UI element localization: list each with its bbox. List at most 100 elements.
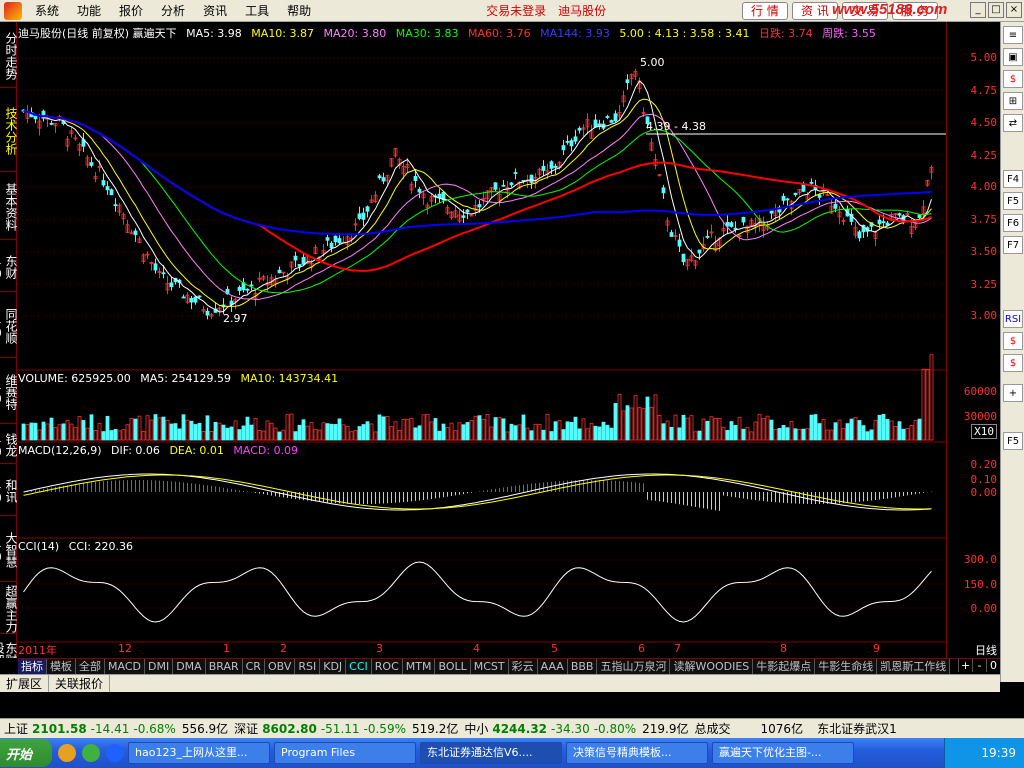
- login-status[interactable]: 交易未登录: [480, 2, 552, 19]
- news-button[interactable]: 资 讯: [792, 2, 838, 20]
- indicator-tab[interactable]: 牛影起爆点: [753, 659, 816, 674]
- tool-grid-icon[interactable]: ⊞: [1003, 92, 1023, 110]
- price-tick: 4.00: [970, 180, 998, 193]
- indicator-tab[interactable]: 模板: [47, 659, 76, 674]
- indicator-tab[interactable]: KDJ: [320, 659, 347, 674]
- indicator-ctrl-button[interactable]: -: [972, 659, 986, 672]
- index-chg-zx: -34.30: [551, 721, 590, 736]
- indicator-tab[interactable]: 牛影生命线: [815, 659, 878, 674]
- tool-dollar-icon[interactable]: $: [1003, 70, 1023, 88]
- quicklaunch-player-icon[interactable]: [106, 744, 124, 762]
- volume-bar: [861, 425, 866, 441]
- indicator-tab[interactable]: BOLL: [435, 659, 471, 674]
- tab-chaoying[interactable]: 超赢主力: [0, 582, 18, 634]
- indicator-tab[interactable]: DMI: [144, 659, 174, 674]
- indicator-tab[interactable]: RSI: [295, 659, 321, 674]
- volume-bar: [529, 430, 534, 441]
- tool-swap-icon[interactable]: ⇄: [1003, 114, 1023, 132]
- period-label[interactable]: 日线: [975, 642, 997, 658]
- tool-rsi[interactable]: RSI: [1003, 310, 1023, 328]
- indicator-ctrl-button[interactable]: +: [958, 659, 972, 672]
- broker-name: 东北证券武汉1: [817, 722, 897, 736]
- task-program-files[interactable]: Program Files: [274, 742, 416, 764]
- tab-intraday[interactable]: 分时走势: [0, 22, 18, 88]
- indicator-tab[interactable]: CR: [242, 659, 265, 674]
- task-optimized-chart[interactable]: 赢遍天下优化主图-...: [712, 742, 854, 764]
- volume-bar: [853, 417, 858, 441]
- tool-f4[interactable]: F4: [1003, 170, 1023, 188]
- tab-eastmoney[interactable]: 东财10: [0, 240, 18, 292]
- candle-body: [301, 256, 306, 265]
- tab-technical[interactable]: 技术分析: [0, 88, 18, 172]
- quicklaunch-chat-icon[interactable]: [82, 744, 100, 762]
- indicator-tab[interactable]: 凯恩斯工作线: [877, 659, 951, 674]
- volume-ma5: MA5: 254129.59: [140, 372, 231, 385]
- tool-f5[interactable]: F5: [1003, 192, 1023, 210]
- volume-bar: [341, 424, 346, 441]
- indicator-tab[interactable]: 彩云: [508, 659, 538, 674]
- indicator-tab[interactable]: MACD: [105, 659, 145, 674]
- chart-area[interactable]: 5.00 2.97 4.39 - 4.38 迪马股份(日线 前复权) 赢遍天下 MA…: [18, 22, 946, 658]
- candle-body: [169, 282, 174, 288]
- volume-bar: [397, 429, 402, 441]
- cci-tick: 0.00: [970, 602, 998, 615]
- menu-help[interactable]: 帮助: [278, 2, 320, 19]
- tab-dazhihui[interactable]: 大智慧10: [0, 516, 18, 582]
- task-signal-template[interactable]: 决策信号精典模板...: [566, 742, 708, 764]
- tool-f7[interactable]: F7: [1003, 236, 1023, 254]
- indicator-tab[interactable]: BBB: [567, 659, 598, 674]
- indicator-ctrl-button[interactable]: 0: [986, 659, 1000, 672]
- start-button[interactable]: 开始: [0, 739, 52, 767]
- candle-body: [573, 136, 578, 142]
- indicator-tab[interactable]: OBV: [264, 659, 296, 674]
- volume-bar: [173, 423, 178, 441]
- volume-bar: [717, 418, 722, 441]
- indicator-tab[interactable]: MTM: [402, 659, 436, 674]
- indicator-tab[interactable]: CCI: [346, 659, 372, 674]
- tool-f5b[interactable]: F5: [1003, 432, 1023, 450]
- volume-label: VOLUME: 625925.00: [18, 372, 131, 385]
- indicator-tab[interactable]: ROC: [371, 659, 403, 674]
- menu-analysis[interactable]: 分析: [152, 2, 194, 19]
- tool-dollar3-icon[interactable]: $: [1003, 354, 1023, 372]
- tool-list-icon[interactable]: ≡: [1003, 26, 1023, 44]
- quote-button[interactable]: 行 情: [742, 2, 788, 20]
- close-icon[interactable]: ×: [1006, 2, 1022, 18]
- indicator-tab[interactable]: BRAR: [205, 659, 243, 674]
- volume-bar: [149, 419, 154, 441]
- task-hao123[interactable]: hao123_上网从这里...: [128, 742, 270, 764]
- indicator-tab[interactable]: 五指山万泉河: [597, 659, 671, 674]
- tab-hexun[interactable]: 和讯10: [0, 464, 18, 516]
- volume-bar: [105, 415, 110, 441]
- menu-info[interactable]: 资讯: [194, 2, 236, 19]
- volume-bar: [365, 421, 370, 441]
- task-tongdaxin[interactable]: 东北证券通达信V6....: [420, 742, 562, 764]
- candle-body: [129, 232, 134, 235]
- minimize-icon[interactable]: _: [970, 2, 986, 18]
- volume-bar: [797, 428, 802, 441]
- tab-qianlong[interactable]: 钱龙10: [0, 424, 18, 464]
- indicator-tab[interactable]: MCST: [470, 659, 509, 674]
- indicator-tab[interactable]: AAA: [537, 659, 568, 674]
- tab-extension-area[interactable]: 扩展区: [0, 675, 50, 692]
- menu-tools[interactable]: 工具: [236, 2, 278, 19]
- tab-weisaite[interactable]: 维赛特10: [0, 358, 18, 424]
- tool-window-icon[interactable]: ▣: [1003, 48, 1023, 66]
- menu-quote[interactable]: 报价: [110, 2, 152, 19]
- indicator-tab[interactable]: DMA: [173, 659, 206, 674]
- tab-related-quotes[interactable]: 关联报价: [49, 675, 111, 692]
- tool-dollar2-icon[interactable]: $: [1003, 332, 1023, 350]
- tab-tonghuashun[interactable]: 同花顺10: [0, 292, 18, 358]
- indicator-tab[interactable]: 读解WOODIES: [670, 659, 754, 674]
- tool-f6[interactable]: F6: [1003, 214, 1023, 232]
- menu-function[interactable]: 功能: [68, 2, 110, 19]
- main-header: 迪马股份(日线 前复权) 赢遍天下 MA5: 3.98 MA10: 3.87 M…: [18, 25, 882, 41]
- indicator-tab[interactable]: 全部: [76, 659, 105, 674]
- indicator-tab[interactable]: 指标: [18, 659, 47, 674]
- tab-fundamentals[interactable]: 基本资料: [0, 172, 18, 240]
- quicklaunch-qq-icon[interactable]: [58, 744, 76, 762]
- menu-system[interactable]: 系统: [26, 2, 68, 19]
- tool-add-icon[interactable]: +: [1003, 384, 1023, 402]
- maximize-icon[interactable]: □: [988, 2, 1004, 18]
- clock[interactable]: 19:39: [981, 746, 1016, 760]
